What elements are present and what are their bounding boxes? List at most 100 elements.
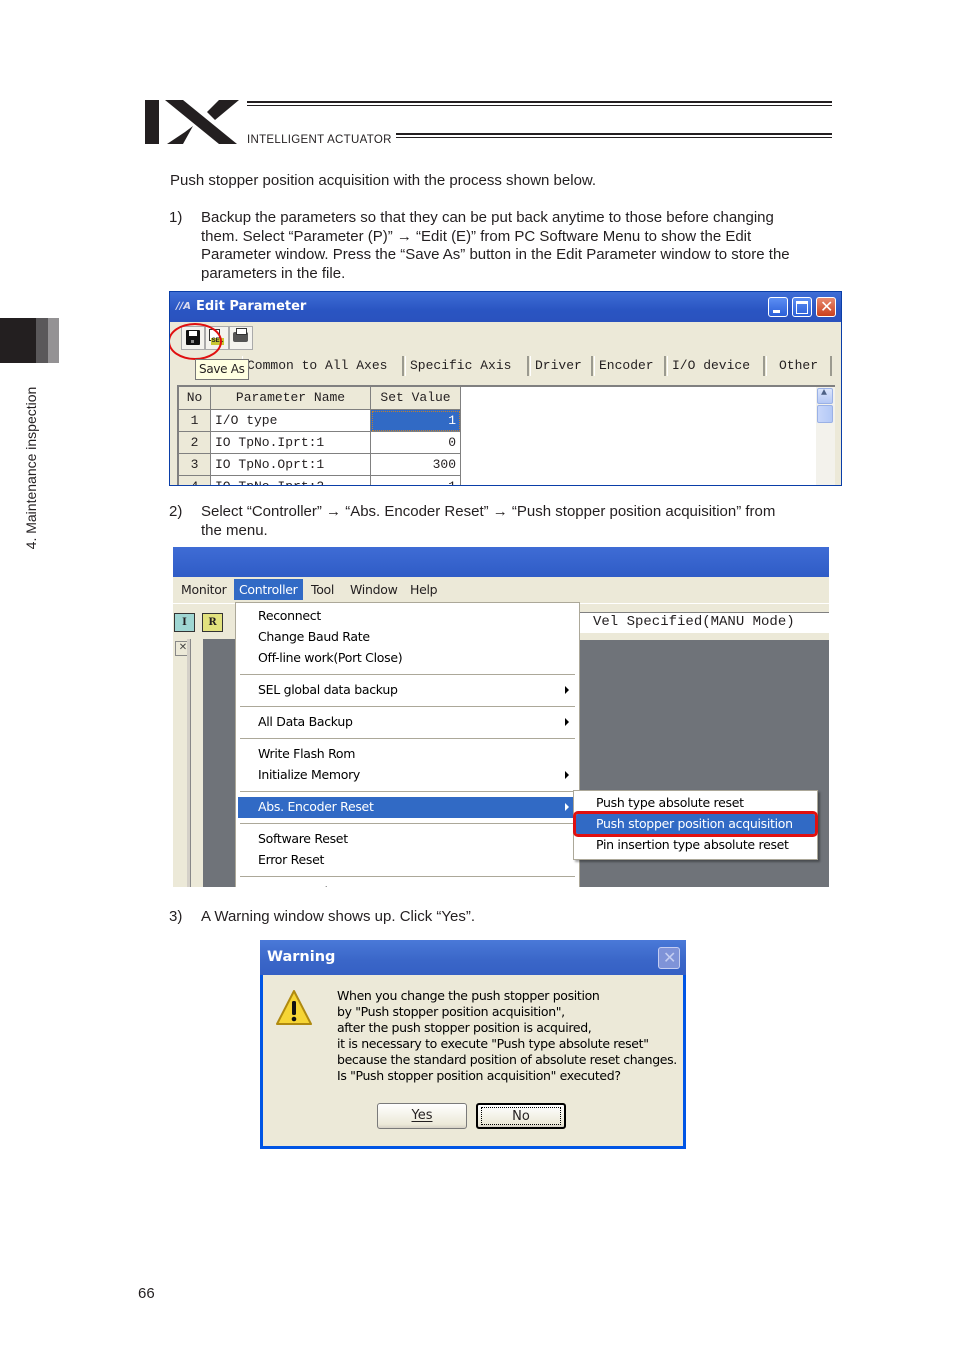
- step-line: Select “Controller” → “Abs. Encoder Rese…: [201, 503, 776, 520]
- submenu-item[interactable]: Push stopper position acquisition: [573, 811, 818, 837]
- menu-item-label: Request Drive Power Recovery: [258, 884, 442, 887]
- header-rule-top: [247, 101, 832, 103]
- close-button[interactable]: ✕: [816, 297, 836, 317]
- close-icon: ✕: [663, 948, 677, 967]
- submenu-arrow-icon: [565, 803, 569, 811]
- menu-item-label: SEL global data backup: [258, 682, 398, 697]
- minimize-button[interactable]: [768, 297, 788, 317]
- tab-driver[interactable]: Driver: [530, 356, 593, 376]
- controller-menu-item[interactable]: SEL global data backup: [238, 680, 577, 701]
- side-tab-block-mid: [36, 318, 48, 363]
- edit-parameter-window: ∕∕A Edit Parameter ✕ SEL Save As Common …: [169, 291, 842, 486]
- controller-menu-item[interactable]: Write Flash Rom: [238, 744, 577, 765]
- warning-message: When you change the push stopper positio…: [337, 988, 677, 1084]
- menu-item-label: Change Baud Rate: [258, 629, 370, 644]
- warning-icon: [274, 988, 314, 1028]
- menu-item-label: Software Reset: [258, 831, 348, 846]
- message-line: after the push stopper position is acqui…: [337, 1020, 592, 1035]
- row-number-cell: 3: [179, 454, 211, 476]
- scroll-up-button[interactable]: ▲: [817, 388, 833, 404]
- minimize-icon: [773, 310, 780, 313]
- message-line: it is necessary to execute "Push type ab…: [337, 1036, 649, 1051]
- controller-menu-item[interactable]: Change Baud Rate: [238, 627, 577, 648]
- header-rule-bottom: [396, 133, 832, 135]
- tab-common-to-all-axes[interactable]: Common to All Axes: [242, 356, 404, 376]
- status-field: Vel Specified(MANU Mode): [573, 612, 829, 633]
- i-icon: I: [182, 617, 187, 628]
- submenu-item-label: Push stopper position acquisition: [596, 816, 793, 831]
- step-3-text: A Warning window shows up. Click “Yes”.: [201, 908, 475, 925]
- set-value-cell[interactable]: 300: [371, 454, 461, 476]
- message-line: When you change the push stopper positio…: [337, 988, 600, 1003]
- column-header-set-value: Set Value: [371, 387, 461, 410]
- menu-window[interactable]: Window: [350, 582, 398, 597]
- no-label: No: [512, 1109, 530, 1124]
- step-line: parameters in the file.: [201, 264, 346, 282]
- r-icon: R: [208, 617, 217, 628]
- menu-monitor[interactable]: Monitor: [181, 582, 227, 597]
- vertical-scrollbar[interactable]: ▲: [816, 387, 835, 485]
- toolbar-i-button[interactable]: I: [174, 613, 195, 632]
- save-as-tooltip: Save As: [195, 359, 249, 380]
- submenu-item[interactable]: Push type absolute reset: [576, 793, 815, 813]
- controller-menu-item[interactable]: Error Reset: [238, 850, 577, 871]
- side-tab-block-light: [48, 318, 59, 363]
- submenu-item-label: Push type absolute reset: [596, 795, 744, 810]
- step-2-text: Select “Controller” → “Abs. Encoder Rese…: [201, 503, 841, 540]
- warning-dialog: Warning ✕ When you change the push stopp…: [260, 940, 686, 1149]
- scroll-thumb[interactable]: [817, 405, 833, 423]
- tab-specific-axis[interactable]: Specific Axis: [405, 356, 529, 376]
- submenu-item[interactable]: Pin insertion type absolute reset: [576, 835, 815, 855]
- menu-help[interactable]: Help: [410, 582, 438, 597]
- step-line: Parameter window. Press the “Save As” bu…: [201, 246, 790, 263]
- submenu-arrow-icon: [565, 771, 569, 779]
- controller-menu-item[interactable]: Initialize Memory: [238, 765, 577, 786]
- print-icon: [233, 328, 248, 342]
- close-icon: ✕: [820, 297, 834, 316]
- controller-menu-item[interactable]: All Data Backup: [238, 712, 577, 733]
- tab-other[interactable]: Other: [766, 356, 832, 376]
- row-number-cell: 1: [179, 410, 211, 432]
- side-tab-block: [0, 318, 36, 363]
- toolbar-r-button[interactable]: R: [202, 613, 223, 632]
- set-value-cell[interactable]: 1: [371, 476, 461, 485]
- step-number: 2): [169, 503, 183, 520]
- submenu-item-label: Pin insertion type absolute reset: [596, 837, 789, 852]
- controller-menu-item[interactable]: Software Reset: [238, 829, 577, 850]
- menu-item-label: Write Flash Rom: [258, 746, 356, 761]
- menu-separator: [240, 706, 575, 708]
- parameter-name-cell: IO TpNo.Iprt:2: [211, 476, 371, 485]
- menu-item-label: Initialize Memory: [258, 767, 361, 782]
- menu-controller[interactable]: Controller: [234, 579, 303, 600]
- parameter-grid: No Parameter Name Set Value 1 I/O type 1 2 I…: [177, 385, 835, 485]
- dialog-title: Warning: [267, 949, 336, 965]
- controller-menu-screenshot: Monitor Controller Tool Window Help I R …: [173, 547, 829, 887]
- no-button[interactable]: No: [476, 1103, 566, 1129]
- maximize-icon: [796, 301, 808, 314]
- step-line: Backup the parameters so that they can b…: [201, 209, 774, 226]
- controller-menu-item[interactable]: Off-line work(Port Close): [238, 648, 577, 669]
- menu-item-label: All Data Backup: [258, 714, 353, 729]
- tab-encoder[interactable]: Encoder: [594, 356, 666, 376]
- submenu-arrow-icon: [565, 686, 569, 694]
- menu-item-label: Abs. Encoder Reset: [258, 799, 374, 814]
- column-header-no: No: [179, 387, 211, 410]
- menu-tool[interactable]: Tool: [311, 582, 334, 597]
- step-1-text: Backup the parameters so that they can b…: [201, 209, 841, 283]
- set-value-cell[interactable]: 0: [371, 432, 461, 454]
- dialog-close-button[interactable]: ✕: [658, 947, 680, 969]
- parameter-name-cell: IO TpNo.Iprt:1: [211, 432, 371, 454]
- maximize-button[interactable]: [792, 297, 812, 317]
- controller-menu-item[interactable]: Request Drive Power Recovery: [238, 882, 577, 887]
- controller-menu-item[interactable]: Abs. Encoder Reset: [238, 797, 577, 818]
- print-button[interactable]: [229, 326, 253, 350]
- step-number: 3): [169, 908, 183, 925]
- menu-item-label: Off-line work(Port Close): [258, 650, 403, 665]
- set-value-cell[interactable]: 1: [371, 410, 461, 432]
- chevron-up-icon: ▲: [821, 388, 828, 399]
- controller-menu-item[interactable]: Reconnect: [238, 606, 577, 627]
- page-number: 66: [138, 1285, 155, 1302]
- yes-button[interactable]: Yes: [377, 1103, 467, 1129]
- tab-io-device[interactable]: I/O device: [667, 356, 765, 376]
- app-titlebar: [173, 547, 829, 577]
